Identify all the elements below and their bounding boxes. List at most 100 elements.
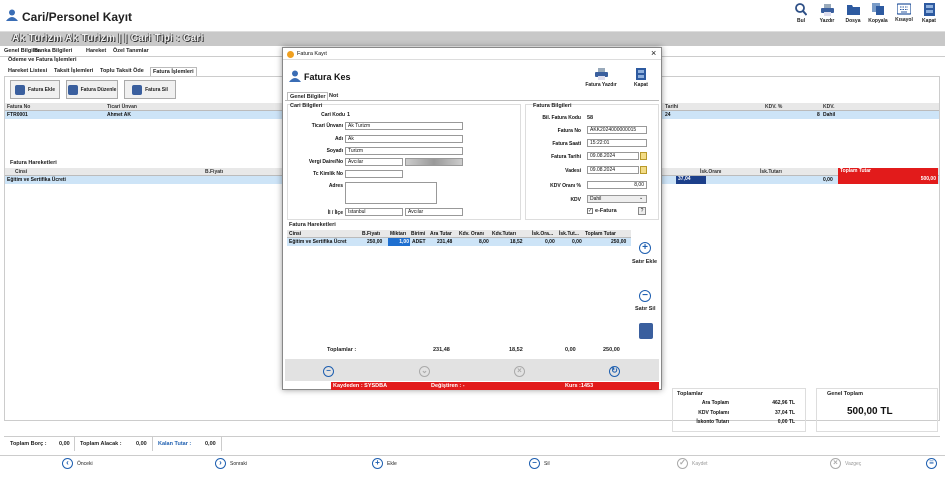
toplam-alacak-value: 0,00	[136, 441, 147, 447]
add-row-label: Satır Ekle	[632, 259, 658, 265]
close-button[interactable]: Kapat	[916, 3, 942, 24]
col-tarihi: Tarihi	[665, 104, 679, 110]
adres-input[interactable]	[345, 182, 437, 204]
fatura-no-label: Fatura No	[557, 128, 581, 134]
minus-icon[interactable]: −	[323, 366, 334, 377]
grand-total-box: Genel Toplam 500,00 TL	[816, 388, 938, 432]
spreadsheet-icon[interactable]	[639, 323, 653, 339]
save-button[interactable]: ✓ Kaydet	[677, 458, 708, 469]
row-toplam: 250,00	[611, 239, 627, 245]
tab-hareket[interactable]: Hareket	[86, 48, 106, 54]
tab-dialog-not[interactable]: Not	[329, 93, 338, 99]
col-cinsi: Cinsi	[289, 231, 302, 237]
row-kdv-tutari: 18,52	[510, 239, 523, 245]
add-button[interactable]: + Ekle	[372, 458, 397, 469]
dialog-close-button[interactable]: Kapat	[628, 68, 654, 88]
app-title: Cari/Personel Kayıt	[22, 10, 133, 24]
ara-toplam-label: Ara Toplam	[701, 400, 729, 406]
efatura-checkbox[interactable]: ✓	[587, 208, 593, 214]
app-logo-icon	[287, 51, 294, 58]
tc-kimlik-label: Tc Kimlik No	[313, 171, 343, 177]
menu-button[interactable]: ≡	[926, 458, 937, 469]
tab-taksit-islemleri[interactable]: Taksit İşlemleri	[54, 68, 93, 74]
soyadi-label: Soyadı	[326, 148, 343, 154]
col-isk-tutari: İsk.Tut...	[559, 231, 579, 237]
kdv-select[interactable]: Dahil	[587, 195, 647, 203]
tab-banka-bilgileri[interactable]: Banka Bilgileri	[34, 48, 72, 54]
shortcut-button[interactable]: Kısayol	[891, 3, 917, 23]
adi-input[interactable]: Ak	[345, 135, 463, 143]
shortcut-label: Kısayol	[895, 17, 913, 23]
divider	[152, 437, 153, 451]
divider	[221, 437, 222, 451]
check-icon: ✓	[677, 458, 688, 469]
tab-ozel-tanimlar[interactable]: Özel Tanımlar	[113, 48, 149, 54]
ticari-unvan-input[interactable]: Ak Turizm	[345, 122, 463, 130]
toplam-borc-label: Toplam Borç :	[10, 441, 47, 447]
dialog-window-title: Fatura Kayıt	[297, 51, 327, 57]
row-miktari[interactable]: 1,00	[388, 238, 410, 246]
col-miktari: Miktarı	[390, 231, 407, 237]
keyboard-icon	[896, 3, 912, 17]
find-button[interactable]: Bul	[788, 3, 814, 24]
vade-input[interactable]: 09.08.2024	[587, 166, 639, 174]
ilce-input[interactable]: Avcılar	[405, 208, 463, 216]
delete-button[interactable]: − Sil	[529, 458, 550, 469]
kdv-label: KDV	[570, 197, 581, 203]
print-invoice-button[interactable]: Fatura Yazdır	[581, 68, 621, 88]
dialog-total-ara: 231,48	[433, 347, 450, 353]
x-icon: ×	[830, 458, 841, 469]
tab-toplu-taksit[interactable]: Toplu Taksit Öde	[100, 68, 144, 74]
check-icon[interactable]: ⌄	[419, 366, 430, 377]
col-ticari-unvan: Ticari Ünvan	[107, 104, 137, 110]
next-button[interactable]: › Sonraki	[215, 458, 247, 469]
x-icon[interactable]: ×	[514, 366, 525, 377]
fatura-no-input[interactable]: AKK2024000000015	[587, 126, 647, 134]
toplam-borc-value: 0,00	[59, 441, 70, 447]
help-button[interactable]: ?	[638, 207, 646, 215]
kdv-toplam-label: KDV Toplamı	[698, 410, 729, 416]
delete-invoice-button[interactable]: Fatura Sil	[124, 80, 176, 99]
kdv-orani-input[interactable]: 8,00	[587, 181, 647, 189]
kalan-tutar-label: Kalan Tutar :	[158, 441, 192, 447]
row-kdv-pct: 8	[817, 112, 820, 118]
cancel-button[interactable]: × Vazgeç	[830, 458, 861, 469]
fatura-tarihi-label: Fatura Tarihi	[551, 154, 581, 160]
tc-kimlik-input[interactable]	[345, 170, 403, 178]
col-kdv-pct: KDV. %	[765, 104, 783, 110]
printer-icon	[820, 3, 834, 18]
tab-hareket-listesi[interactable]: Hareket Listesi	[8, 68, 47, 74]
col-isk-orani: İsk.Oranı	[700, 169, 722, 175]
previous-button[interactable]: ‹ Önceki	[62, 458, 93, 469]
dialog-totals-label: Toplamlar :	[327, 347, 357, 353]
vergi-daire-label: Vergi Daire/No	[308, 159, 343, 165]
edit-invoice-button[interactable]: Fatura Düzenle	[66, 80, 118, 99]
calendar-icon[interactable]	[640, 152, 647, 160]
vergi-daire-input[interactable]: Avcılar	[345, 158, 403, 166]
refresh-icon[interactable]: ↻	[609, 366, 620, 377]
fatura-saati-input[interactable]: 15:22:01	[587, 139, 647, 147]
cari-title: Cari Bilgileri	[290, 103, 323, 109]
edit-invoice-label: Fatura Düzenle	[80, 86, 117, 93]
efatura-label: e-Fatura	[595, 208, 617, 214]
fatura-tarihi-input[interactable]: 09.08.2024	[587, 152, 639, 160]
iskonto-value: 0,00 TL	[777, 419, 795, 425]
file-button[interactable]: Dosya	[840, 3, 866, 24]
fatura-saati-label: Fatura Saati	[552, 141, 581, 147]
vergi-no-input[interactable]	[405, 158, 463, 166]
add-invoice-button[interactable]: Fatura Ekle	[10, 80, 60, 99]
kdv-orani-label: KDV Oranı %	[550, 183, 581, 189]
copy-button[interactable]: Kopyala	[865, 3, 891, 24]
col-isk-tutari: İsk.Tutarı	[760, 169, 782, 175]
il-input[interactable]: İstanbul	[345, 208, 403, 216]
table-row[interactable]: Eğitim ve Sertifika Ücret 250,00 1,00 AD…	[287, 238, 631, 246]
tab-fatura-islemleri[interactable]: Fatura İşlemleri	[150, 67, 197, 76]
row-cinsi: Eğitim ve Sertifika Ücret	[289, 239, 347, 245]
kaydeden-text: Kaydeden : SYSDBA	[333, 383, 388, 389]
col-kdv-orani: Kdv. Oranı	[459, 231, 484, 237]
cari-header: Ak Turizm Ak Turizm | | Cari Tipi : Cari	[12, 33, 204, 44]
dialog-close-icon[interactable]: ×	[651, 49, 656, 58]
print-button[interactable]: Yazdır	[814, 3, 840, 24]
soyadi-input[interactable]: Turizm	[345, 147, 463, 155]
calendar-icon[interactable]	[640, 166, 647, 174]
